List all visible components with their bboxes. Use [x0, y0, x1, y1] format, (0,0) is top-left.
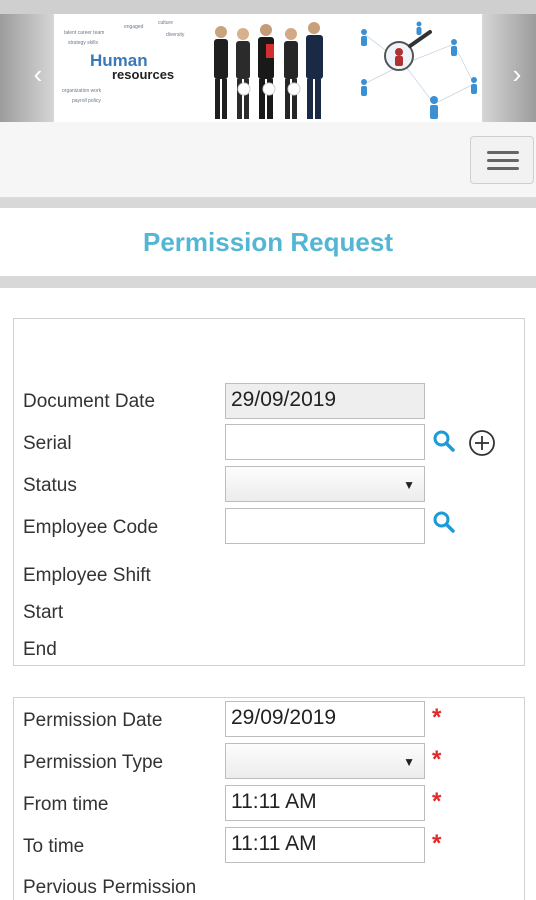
top-navbar: [0, 122, 536, 198]
banner-carousel: ‹ › talent career team strategy skills o…: [0, 0, 536, 122]
employee-search-icon[interactable]: [432, 510, 456, 534]
shift-end-label: End: [23, 639, 57, 660]
shift-start-label: Start: [23, 602, 64, 623]
employee-shift-label: Employee Shift: [23, 565, 151, 586]
previous-permission-label: Pervious Permission: [23, 877, 197, 898]
svg-text:diversity: diversity: [166, 32, 185, 38]
carousel-dots[interactable]: [237, 82, 301, 96]
dropdown-caret-icon: ▼: [403, 755, 415, 769]
svg-text:talent career team: talent career team: [64, 30, 104, 36]
required-marker: *: [432, 704, 442, 731]
svg-text:payroll policy: payroll policy: [72, 98, 101, 104]
serial-search-icon[interactable]: [432, 429, 456, 453]
chevron-right-icon[interactable]: ›: [505, 61, 529, 87]
status-select[interactable]: ▼: [225, 466, 425, 502]
title-bar: Permission Request: [0, 208, 536, 276]
svg-text:strategy skills: strategy skills: [68, 40, 99, 46]
from-time-input[interactable]: 11:11 AM: [225, 785, 425, 821]
permission-details-panel: Permission Date 29/09/2019 * Permission …: [13, 697, 525, 900]
document-info-panel: Document Date 29/09/2019 Serial Status ▼…: [13, 318, 525, 666]
serial-input[interactable]: [225, 424, 425, 460]
svg-text:culture: culture: [158, 20, 173, 26]
from-time-label: From time: [23, 794, 109, 815]
chevron-left-icon[interactable]: ‹: [26, 61, 50, 87]
form-content: Document Date 29/09/2019 Serial Status ▼…: [0, 288, 536, 900]
permission-date-label: Permission Date: [23, 710, 163, 731]
permission-type-select[interactable]: ▼: [225, 743, 425, 779]
to-time-label: To time: [23, 836, 85, 857]
required-marker: *: [432, 788, 442, 815]
status-label: Status: [23, 475, 77, 496]
svg-text:engaged: engaged: [124, 24, 144, 30]
document-date-label: Document Date: [23, 391, 156, 412]
required-marker: *: [432, 746, 442, 773]
dropdown-caret-icon: ▼: [403, 478, 415, 492]
to-time-input[interactable]: 11:11 AM: [225, 827, 425, 863]
employee-code-label: Employee Code: [23, 517, 159, 538]
permission-type-label: Permission Type: [23, 752, 164, 773]
page-title: Permission Request: [143, 227, 393, 257]
hr-banner-illustration: talent career team strategy skills organ…: [54, 14, 482, 122]
required-marker: *: [432, 830, 442, 857]
document-date-field: 29/09/2019: [225, 383, 425, 419]
serial-label: Serial: [23, 433, 72, 454]
permission-date-input[interactable]: 29/09/2019: [225, 701, 425, 737]
add-circle-icon[interactable]: [468, 429, 496, 457]
employee-code-input[interactable]: [225, 508, 425, 544]
hamburger-menu-icon[interactable]: [470, 136, 534, 184]
banner-image: talent career team strategy skills organ…: [54, 14, 482, 122]
svg-text:organization work: organization work: [62, 88, 102, 94]
banner-caption-resources: resources: [112, 67, 174, 82]
